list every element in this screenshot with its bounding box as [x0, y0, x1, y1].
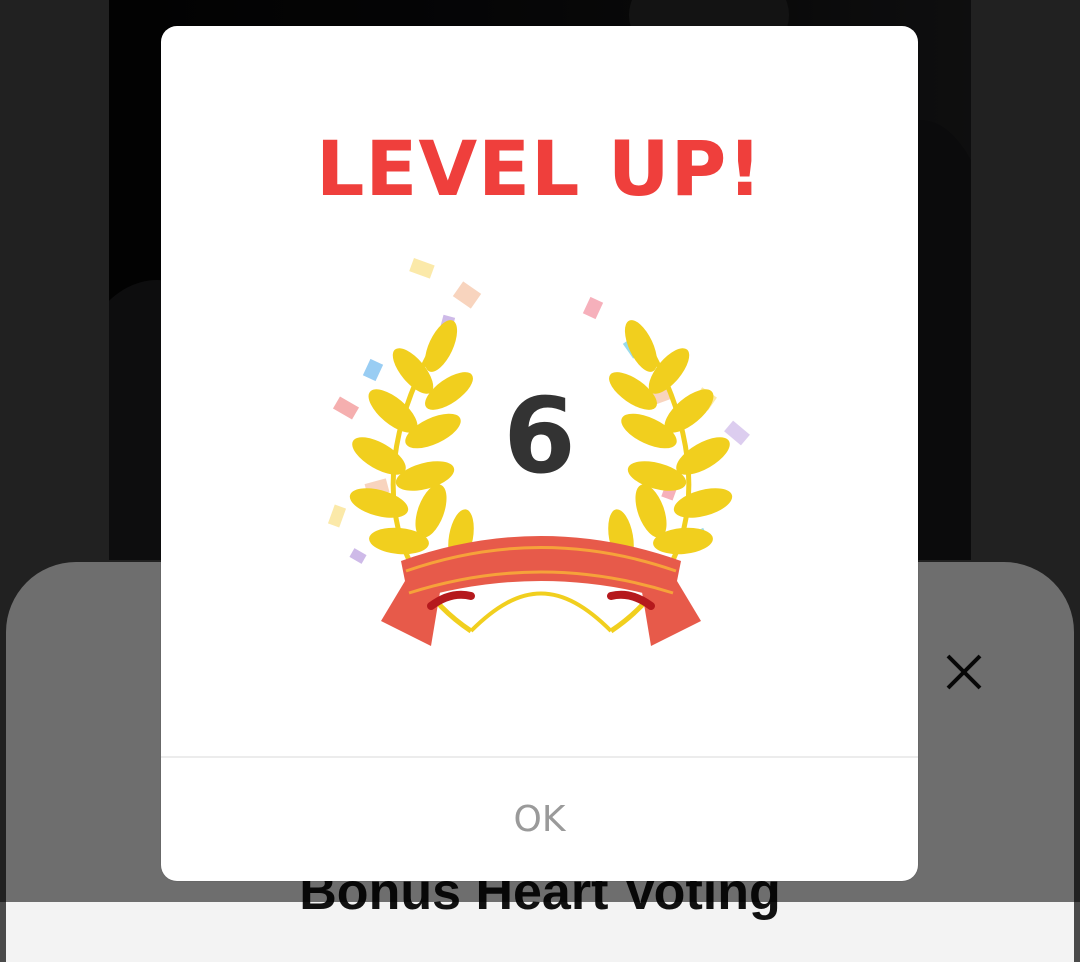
- ok-button[interactable]: OK: [161, 758, 918, 881]
- level-up-title: LEVEL UP!: [315, 124, 764, 213]
- level-up-dialog: LEVEL UP! 6 OK: [161, 26, 918, 881]
- level-number: 6: [503, 375, 576, 497]
